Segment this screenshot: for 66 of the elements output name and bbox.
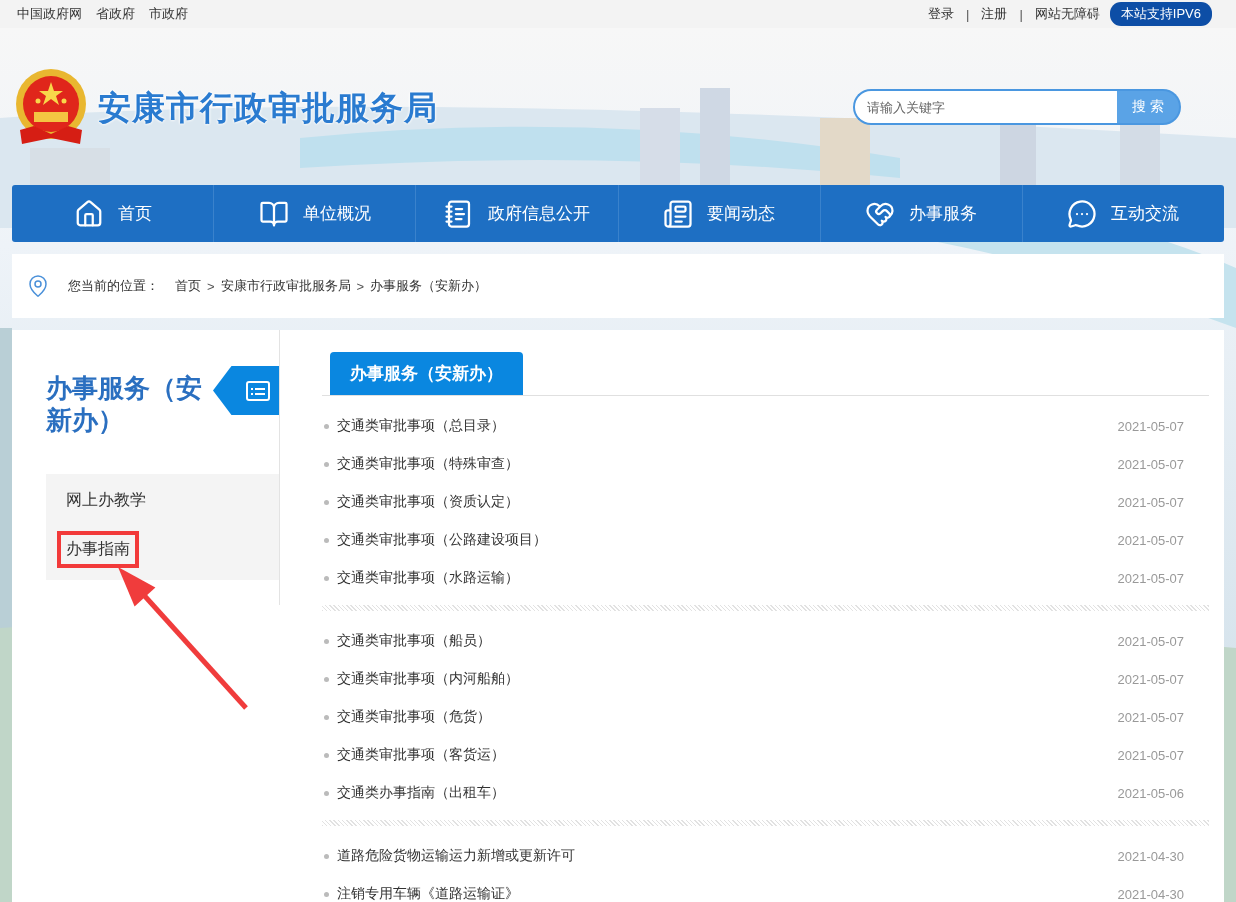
bullet-icon: [324, 499, 329, 505]
item-date: 2021-05-07: [1117, 747, 1184, 763]
bullet-icon: [324, 537, 329, 543]
breadcrumb-label: 您当前的位置：: [68, 277, 159, 295]
breadcrumb-link[interactable]: 安康市行政审批服务局: [220, 277, 351, 295]
top-link[interactable]: 注册: [981, 5, 1008, 23]
item-date: 2021-05-06: [1117, 785, 1184, 801]
list-item-link[interactable]: 注销专用车辆《道路运输证》: [337, 885, 1118, 902]
list-item-link[interactable]: 交通类审批事项（水路运输）: [337, 569, 1118, 587]
breadcrumb-link[interactable]: 办事服务（安新办）: [370, 277, 488, 295]
item-date: 2021-05-07: [1117, 418, 1184, 434]
nav-item[interactable]: 政府信息公开: [415, 185, 618, 242]
chat-icon: [1067, 198, 1098, 229]
item-date: 2021-05-07: [1117, 633, 1184, 649]
top-link[interactable]: 省政府: [96, 5, 135, 23]
list-item-link[interactable]: 交通类办事指南（出租车）: [337, 784, 1118, 802]
breadcrumb-link[interactable]: 首页: [175, 277, 201, 295]
bullet-icon: [324, 752, 329, 758]
top-link[interactable]: 登录: [928, 5, 955, 23]
nav-item[interactable]: 互动交流: [1021, 185, 1225, 242]
item-date: 2021-05-07: [1117, 494, 1184, 510]
list-item-link[interactable]: 道路危险货物运输运力新增或更新许可: [337, 847, 1118, 865]
nav-item[interactable]: 要闻动态: [617, 185, 820, 242]
sidebar-title: 办事服务（安新办）: [46, 372, 203, 436]
list-item-link[interactable]: 交通类审批事项（特殊审查）: [337, 455, 1118, 473]
item-date: 2021-04-30: [1117, 848, 1184, 864]
bullet-icon: [324, 790, 329, 796]
sidebar-link[interactable]: 办事指南: [57, 531, 139, 568]
bullet-icon: [324, 891, 329, 897]
item-date: 2021-05-07: [1117, 570, 1184, 586]
top-link[interactable]: 市政府: [149, 5, 188, 23]
newspaper-icon: [663, 198, 694, 229]
separator: |: [966, 6, 970, 22]
separator: >: [356, 278, 365, 294]
item-date: 2021-05-07: [1117, 532, 1184, 548]
bullet-icon: [324, 461, 329, 467]
item-date: 2021-05-07: [1117, 456, 1184, 472]
bullet-icon: [324, 853, 329, 859]
location-icon: [26, 274, 50, 298]
nav-item[interactable]: 单位概况: [213, 185, 416, 242]
section-tab[interactable]: 办事服务（安新办）: [330, 352, 523, 395]
list-item-link[interactable]: 交通类审批事项（危货）: [337, 708, 1118, 726]
top-link[interactable]: 网站无障碍: [1034, 5, 1100, 23]
bullet-icon: [324, 423, 329, 429]
list-item-link[interactable]: 交通类审批事项（船员）: [337, 632, 1118, 650]
separator: >: [207, 278, 215, 294]
list-item-link[interactable]: 交通类审批事项（公路建设项目）: [337, 531, 1118, 549]
top-link[interactable]: 中国政府网: [17, 5, 82, 23]
bullet-icon: [324, 676, 329, 682]
separator: |: [1019, 6, 1023, 22]
item-date: 2021-04-30: [1117, 886, 1184, 902]
list-item-link[interactable]: 交通类审批事项（客货运）: [337, 746, 1118, 764]
bullet-icon: [324, 575, 329, 581]
nav-item[interactable]: 首页: [12, 185, 214, 242]
sidebar-link[interactable]: 网上办教学: [57, 482, 155, 519]
ipv6-badge: 本站支持IPV6: [1109, 2, 1212, 26]
item-date: 2021-05-07: [1117, 671, 1184, 687]
bullet-icon: [324, 638, 329, 644]
list-item-link[interactable]: 交通类审批事项（总目录）: [337, 417, 1118, 435]
nav-item[interactable]: 办事服务: [819, 185, 1022, 242]
list-icon: [246, 380, 270, 401]
item-date: 2021-05-07: [1117, 709, 1184, 725]
list-item-link[interactable]: 交通类审批事项（资质认定）: [337, 493, 1118, 511]
site-title: 安康市行政审批服务局: [98, 87, 438, 128]
bullet-icon: [324, 714, 329, 720]
list-item-link[interactable]: 交通类审批事项（内河船舶）: [337, 670, 1118, 688]
